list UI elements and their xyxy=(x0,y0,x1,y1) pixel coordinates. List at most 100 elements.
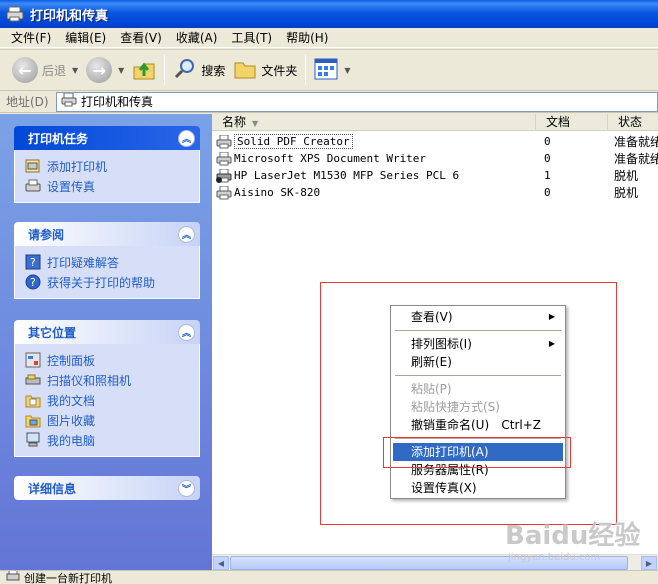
up-folder-button[interactable] xyxy=(128,53,160,87)
help-book-icon: ? xyxy=(25,254,41,270)
menu-item-refresh[interactable]: 刷新(E) xyxy=(393,353,563,371)
svg-text:?: ? xyxy=(30,276,36,289)
scroll-left-icon[interactable]: ◀ xyxy=(213,556,229,570)
views-icon xyxy=(314,58,338,83)
printer-icon xyxy=(216,134,232,149)
printer-row[interactable]: HP LaserJet M1530 MFP Series PCL 6 1 脱机 xyxy=(212,167,658,184)
troubleshoot-label: 打印疑难解答 xyxy=(47,255,120,270)
scroll-right-icon[interactable]: ▶ xyxy=(641,556,657,570)
see-also-body: ? 打印疑难解答 ? 获得关于打印的帮助 xyxy=(14,246,200,299)
see-also-title: 请参阅 xyxy=(28,227,65,242)
control-panel-icon xyxy=(25,352,41,368)
task-pane: 打印机任务 ︽ 添加打印机 设置传真 请参阅 ︽ ? 打印疑难解答 ? 获得关于… xyxy=(0,114,212,570)
menu-tools[interactable]: 工具(T) xyxy=(224,28,279,48)
printer-row[interactable]: Solid PDF Creator 0 准备就绪 xyxy=(212,133,658,150)
print-help-link[interactable]: ? 获得关于打印的帮助 xyxy=(25,272,199,292)
folder-icon xyxy=(233,57,257,84)
scanners-cameras-label: 扫描仪和照相机 xyxy=(47,373,132,388)
see-also-header[interactable]: 请参阅 ︽ xyxy=(14,222,200,246)
my-documents-link[interactable]: 我的文档 xyxy=(25,390,199,410)
menu-favorites[interactable]: 收藏(A) xyxy=(169,28,225,48)
context-menu: 查看(V) ▶ 排列图标(I) ▶ 刷新(E) 粘贴(P) 粘贴快捷方式(S) … xyxy=(390,305,566,499)
menu-separator xyxy=(395,375,561,376)
fax-icon xyxy=(25,178,41,194)
setup-fax-link[interactable]: 设置传真 xyxy=(25,176,199,196)
back-arrow-icon: ← xyxy=(12,57,38,83)
printer-name: Aisino SK-820 xyxy=(234,186,321,199)
printer-docs: 0 xyxy=(544,135,551,148)
toolbar: ← 后退 ▼ → ▼ 搜索 文件夹 ▼ xyxy=(0,49,658,91)
other-places-header[interactable]: 其它位置 ︽ xyxy=(14,320,200,344)
my-computer-link[interactable]: 我的电脑 xyxy=(25,430,199,450)
printer-tasks-header[interactable]: 打印机任务 ︽ xyxy=(14,126,200,150)
menu-item-arrange-icons[interactable]: 排列图标(I) ▶ xyxy=(393,335,563,353)
printer-row[interactable]: Aisino SK-820 0 脱机 xyxy=(212,184,658,201)
up-folder-icon xyxy=(132,57,156,84)
details-title: 详细信息 xyxy=(28,481,77,496)
submenu-arrow-icon: ▶ xyxy=(548,339,555,348)
menu-item-setup-fax[interactable]: 设置传真(X) xyxy=(393,479,563,497)
menu-item-arrange-label: 排列图标(I) xyxy=(411,337,472,351)
add-printer-icon xyxy=(25,158,41,174)
printer-status: 准备就绪 xyxy=(614,135,658,149)
details-header[interactable]: 详细信息 ︾ xyxy=(14,476,200,500)
other-places-body: 控制面板 扫描仪和照相机 我的文档 图片收藏 我的电脑 xyxy=(14,344,200,457)
printer-icon xyxy=(216,185,232,200)
my-pictures-link[interactable]: 图片收藏 xyxy=(25,410,199,430)
svg-text:?: ? xyxy=(30,256,36,269)
control-panel-link[interactable]: 控制面板 xyxy=(25,350,199,370)
status-printer-icon xyxy=(6,571,20,584)
address-bar: 地址(D) 打印机和传真 xyxy=(0,91,658,113)
menu-item-undo-rename-label: 撤销重命名(U) xyxy=(411,418,490,432)
see-also-panel: 请参阅 ︽ ? 打印疑难解答 ? 获得关于打印的帮助 xyxy=(14,222,200,299)
menu-edit[interactable]: 编辑(E) xyxy=(58,28,113,48)
menu-help[interactable]: 帮助(H) xyxy=(279,28,335,48)
other-places-panel: 其它位置 ︽ 控制面板 扫描仪和照相机 我的文档 图片收藏 我的电脑 xyxy=(14,320,200,457)
print-help-label: 获得关于打印的帮助 xyxy=(47,275,156,290)
search-button[interactable]: 搜索 xyxy=(169,53,229,87)
printer-name: Microsoft XPS Document Writer xyxy=(234,152,427,165)
menu-item-undo-rename[interactable]: 撤销重命名(U) Ctrl+Z xyxy=(393,416,563,434)
collapse-chevron-icon[interactable]: ︽ xyxy=(178,225,195,243)
collapse-chevron-icon[interactable]: ︽ xyxy=(178,129,195,147)
toolbar-separator xyxy=(164,55,166,85)
menu-file[interactable]: 文件(F) xyxy=(4,28,58,48)
menu-separator xyxy=(395,330,561,331)
column-status[interactable]: 状态 xyxy=(608,114,658,131)
printer-status: 脱机 xyxy=(614,186,639,200)
sort-arrow-icon: ▼ xyxy=(252,119,259,128)
search-icon xyxy=(173,57,197,84)
views-button[interactable]: ▼ xyxy=(310,53,354,87)
printer-tasks-panel: 打印机任务 ︽ 添加打印机 设置传真 xyxy=(14,126,200,203)
back-dropdown-icon[interactable]: ▼ xyxy=(72,66,78,75)
menu-view[interactable]: 查看(V) xyxy=(113,28,169,48)
control-panel-label: 控制面板 xyxy=(47,353,96,368)
printer-row[interactable]: Microsoft XPS Document Writer 0 准备就绪 xyxy=(212,150,658,167)
column-name[interactable]: 名称 ▼ xyxy=(212,114,536,131)
expand-chevron-icon[interactable]: ︾ xyxy=(178,479,195,497)
add-printer-link[interactable]: 添加打印机 xyxy=(25,156,199,176)
printer-fax-icon xyxy=(61,92,77,110)
menu-item-refresh-label: 刷新(E) xyxy=(411,355,452,369)
menu-item-paste-shortcut-label: 粘贴快捷方式(S) xyxy=(411,400,500,414)
address-input[interactable]: 打印机和传真 xyxy=(56,91,658,112)
menu-item-view[interactable]: 查看(V) ▶ xyxy=(393,308,563,326)
default-printer-icon xyxy=(216,168,232,183)
forward-button[interactable]: → ▼ xyxy=(82,53,128,87)
printer-icon xyxy=(216,151,232,166)
setup-fax-label: 设置传真 xyxy=(47,179,96,194)
forward-dropdown-icon[interactable]: ▼ xyxy=(118,66,124,75)
back-button[interactable]: ← 后退 ▼ xyxy=(8,53,82,87)
column-docs[interactable]: 文档 xyxy=(536,114,608,131)
undo-shortcut: Ctrl+Z xyxy=(501,418,541,432)
printer-status: 脱机 xyxy=(614,169,639,183)
folders-button[interactable]: 文件夹 xyxy=(229,53,301,87)
computer-icon xyxy=(25,432,41,448)
menu-bar: 文件(F) 编辑(E) 查看(V) 收藏(A) 工具(T) 帮助(H) xyxy=(0,28,658,48)
troubleshoot-link[interactable]: ? 打印疑难解答 xyxy=(25,252,199,272)
my-computer-label: 我的电脑 xyxy=(47,433,96,448)
status-bar: 创建一台新打印机 xyxy=(0,570,658,584)
views-dropdown-icon[interactable]: ▼ xyxy=(344,66,350,75)
collapse-chevron-icon[interactable]: ︽ xyxy=(178,323,195,341)
scanners-cameras-link[interactable]: 扫描仪和照相机 xyxy=(25,370,199,390)
